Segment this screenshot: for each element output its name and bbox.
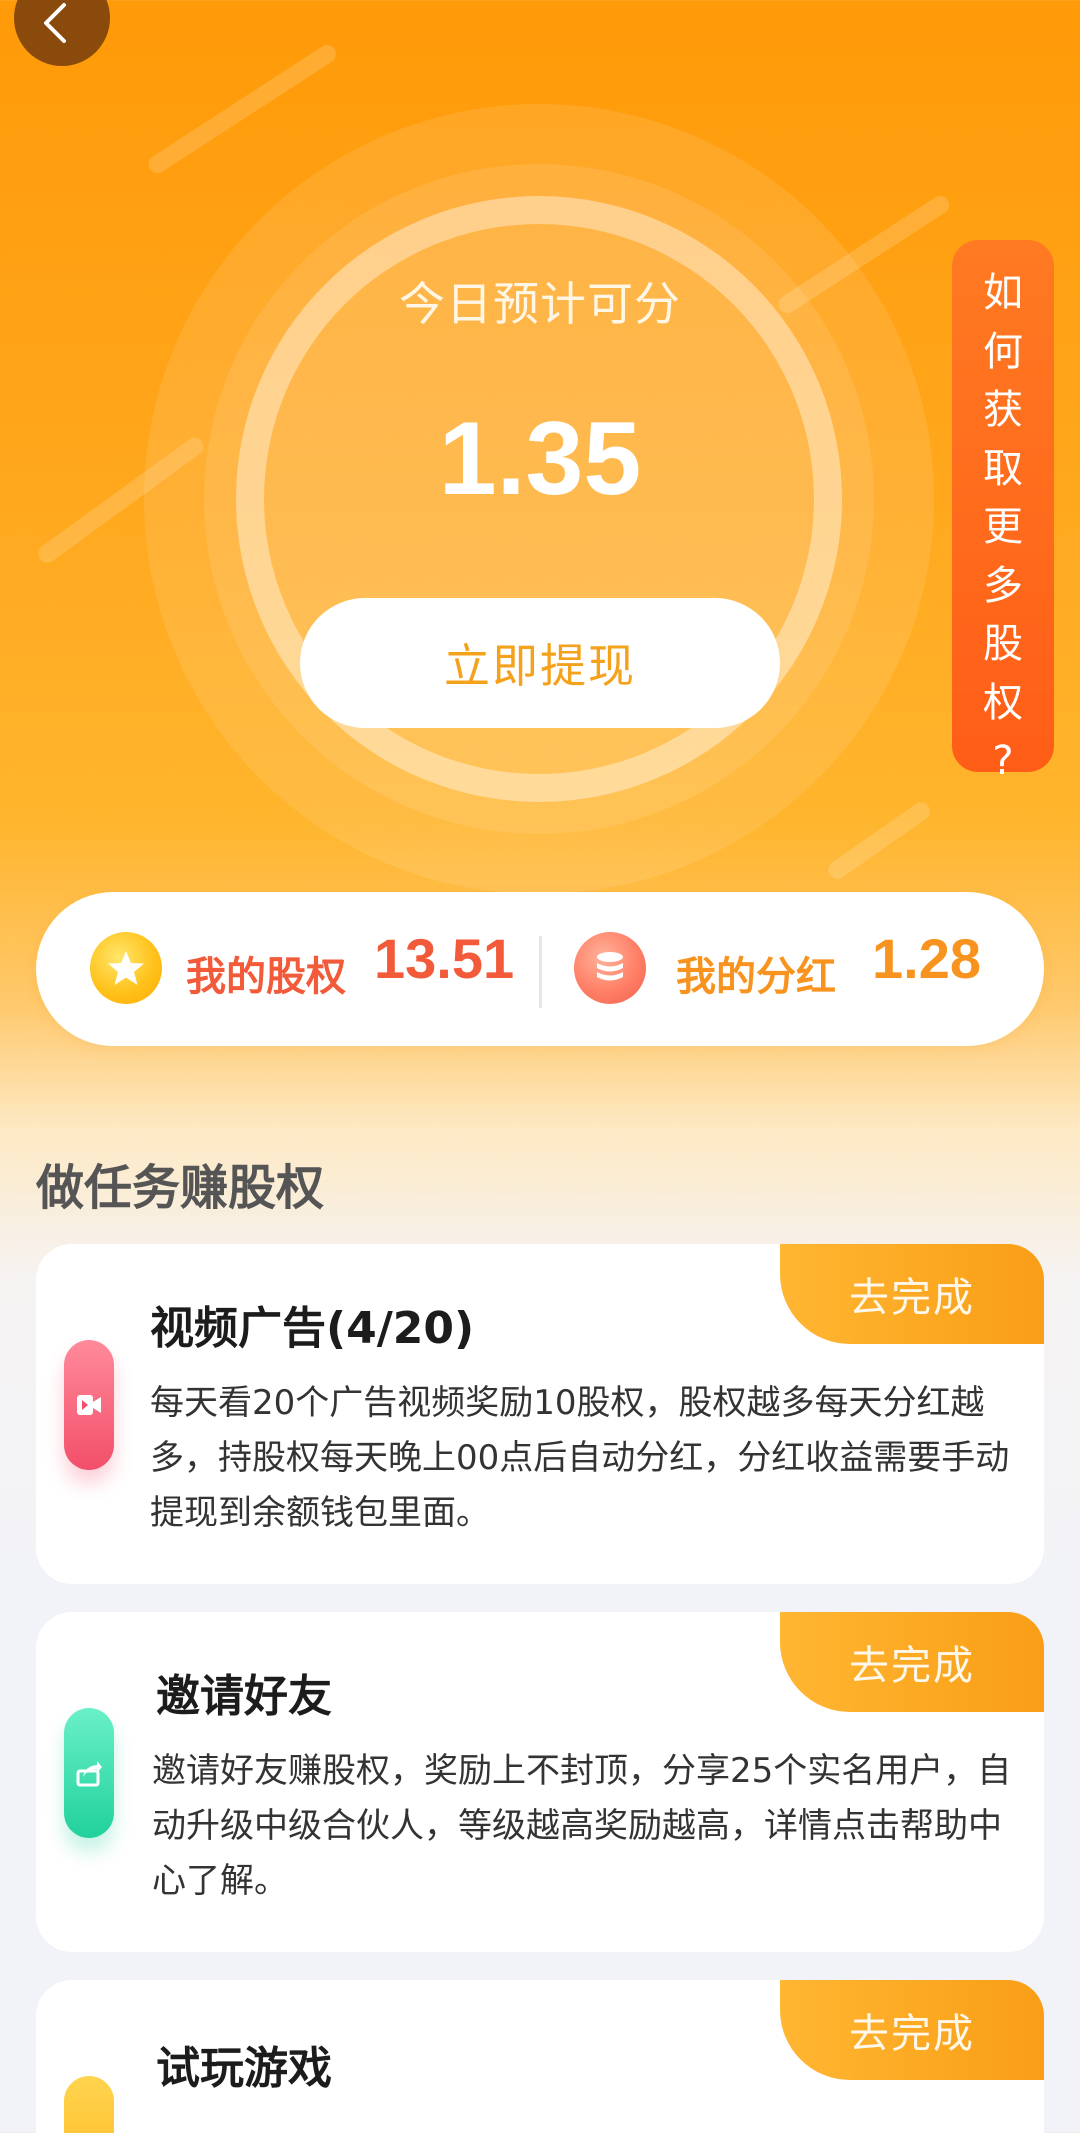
equity-summary-card: 我的股权 13.51 我的分红 1.28 [36,892,1044,1046]
estimate-value: 1.35 [438,401,642,517]
video-icon [64,1340,114,1470]
task-card-invite-friends: 去完成 邀请好友 邀请好友赚股权，奖励上不封顶，分享25个实名用户，自动升级中级… [36,1612,1044,1952]
task-card-video-ad: 去完成 视频广告(4/20) 每天看20个广告视频奖励10股权，股权越多每天分红… [36,1244,1044,1584]
side-tab-char: ? [992,738,1014,784]
side-tab-char: 多 [983,562,1023,609]
side-tab-char: 获 [983,387,1023,433]
share-icon [64,1708,114,1838]
task-description: 邀请好友赚股权，奖励上不封顶，分享25个实名用户，自动升级中级合伙人，等级越高奖… [152,1751,1012,1901]
my-dividend-label: 我的分红 [676,954,836,1000]
my-dividend-value: 1.28 [872,927,981,990]
side-tab-char: 取 [983,445,1023,492]
task-go-button[interactable]: 去完成 [780,1612,1044,1712]
withdraw-button[interactable]: 立即提现 [300,598,780,728]
task-go-button[interactable]: 去完成 [780,1980,1044,2080]
decor-streak [824,798,934,883]
my-equity-value: 13.51 [374,927,515,990]
side-tab-char: 更 [983,504,1023,550]
task-title: 试玩游戏 [156,2043,332,2094]
task-title: 视频广告(4/20) [150,1303,475,1354]
game-icon [64,2076,114,2133]
my-equity-label: 我的股权 [186,954,346,1000]
chevron-left-icon [44,3,66,43]
section-title: 做任务赚股权 [36,1160,325,1216]
decor-streak [145,41,340,177]
side-tab-char: 权 [983,679,1023,726]
task-title: 邀请好友 [156,1671,332,1722]
summary-divider [539,936,542,1008]
side-tab-char: 如 [983,270,1023,316]
back-button[interactable] [14,0,110,66]
task-description: 每天看20个广告视频奖励10股权，股权越多每天分红越多，持股权每天晚上00点后自… [150,1383,1010,1533]
coin-stack-icon [574,932,646,1004]
side-tab-char: 股 [983,621,1023,667]
how-to-get-more-equity-tab[interactable]: 如 何 获 取 更 多 股 权 ? [952,240,1054,784]
task-go-button[interactable]: 去完成 [780,1244,1044,1344]
side-tab-char: 何 [983,328,1023,375]
star-coin-icon [90,932,162,1004]
task-card-trial-game: 去完成 试玩游戏 [36,1980,1044,2133]
estimate-label: 今日预计可分 [399,277,681,331]
